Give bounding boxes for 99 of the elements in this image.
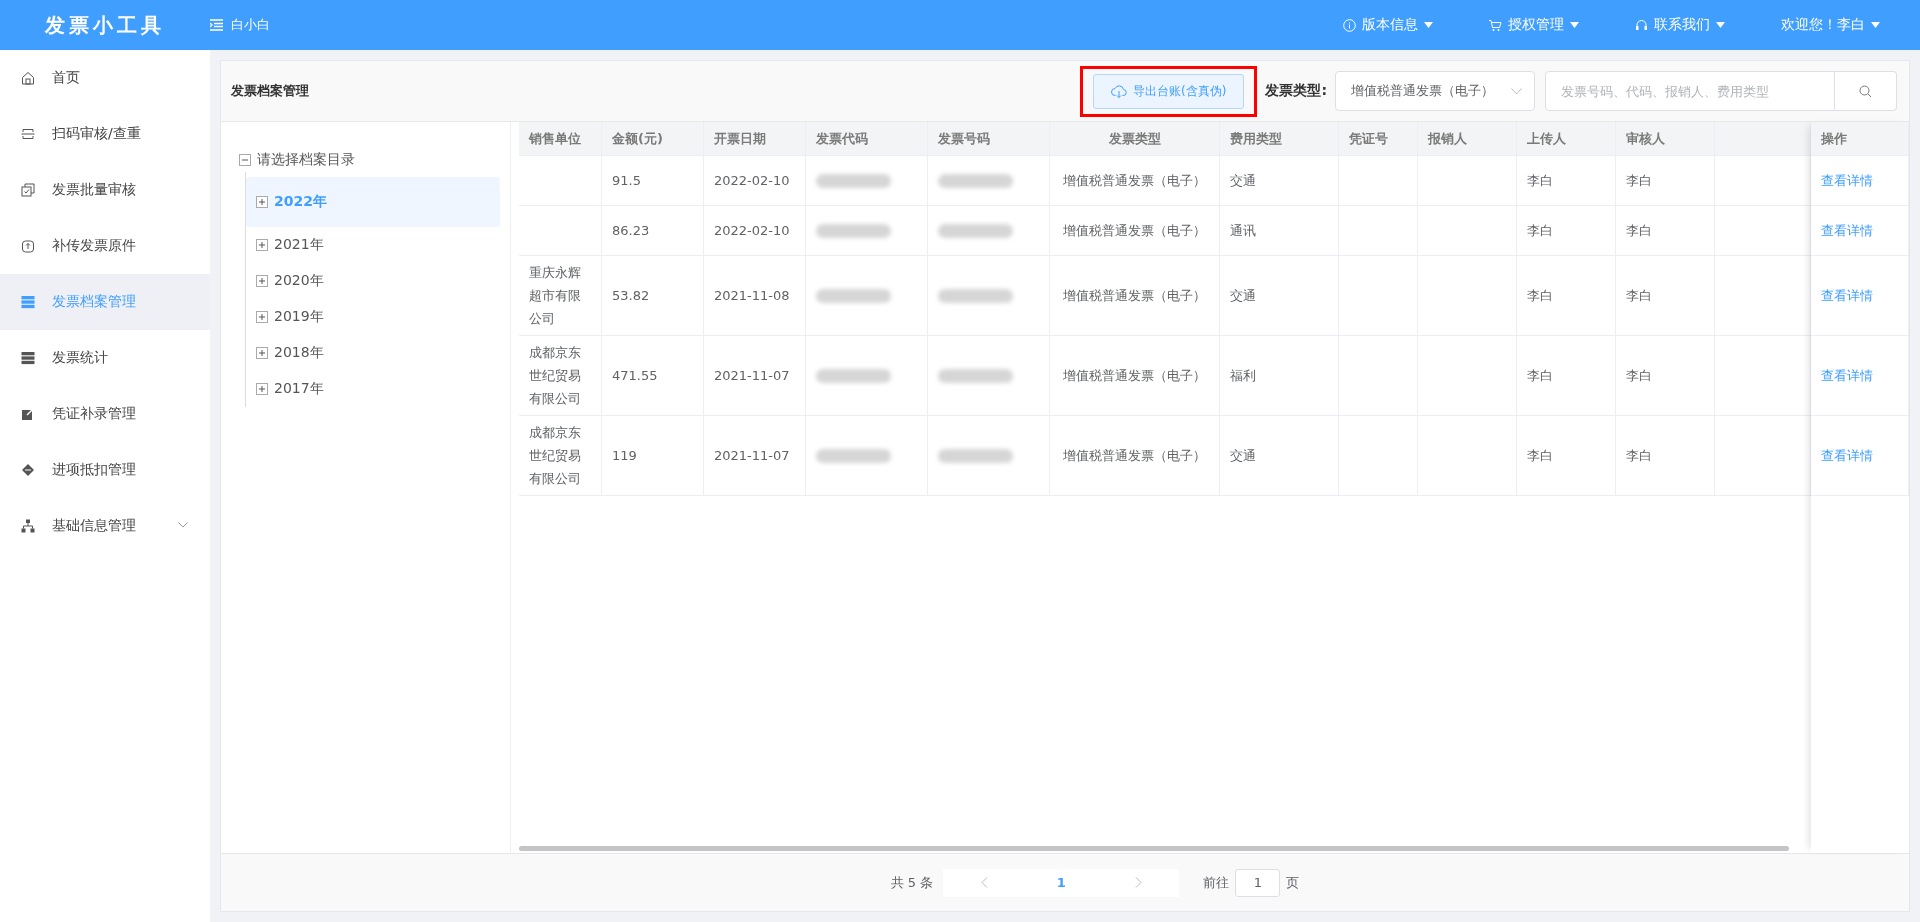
expand-icon (256, 311, 268, 323)
column-header: 金额(元) (602, 122, 704, 156)
table-cell: 119 (602, 416, 704, 496)
table-cell: 增值税普通发票（电子） (1050, 156, 1220, 206)
column-header: 发票类型 (1050, 122, 1220, 156)
table-cell: 李白 (1616, 156, 1715, 206)
list-icon (21, 351, 35, 365)
chevron-right-icon (1134, 877, 1142, 888)
column-header: 报销人 (1418, 122, 1517, 156)
sidebar-item[interactable]: 首页 (0, 50, 210, 106)
table-cell: 福利 (1220, 336, 1339, 416)
column-header: 发票号码 (928, 122, 1050, 156)
column-header: 上传人 (1517, 122, 1616, 156)
tree-node[interactable]: 2018年 (246, 335, 500, 371)
page-suffix: 页 (1286, 873, 1300, 892)
expand-icon (256, 347, 268, 359)
table-cell: 李白 (1616, 256, 1715, 336)
expand-icon (256, 275, 268, 287)
sidebar-item[interactable]: 扫码审核/查重 (0, 106, 210, 162)
table-cell: 李白 (1616, 416, 1715, 496)
table-cell: 2021-11-08 (704, 256, 806, 336)
table-cell: 通讯 (1220, 206, 1339, 256)
table-cell: 重庆永辉超市有限公司 (519, 256, 602, 336)
table-cell: 增值税普通发票（电子） (1050, 416, 1220, 496)
sidebar-item[interactable]: 发票批量审核 (0, 162, 210, 218)
caret-icon (1424, 22, 1433, 28)
table-cell: 李白 (1517, 336, 1616, 416)
table-cell: 李白 (1517, 206, 1616, 256)
table-cell: 成都京东世纪贸易有限公司 (519, 336, 602, 416)
table-cell: 增值税普通发票（电子） (1050, 336, 1220, 416)
sidebar-item[interactable]: 基础信息管理 (0, 498, 210, 554)
list-icon (21, 295, 35, 309)
chevron-left-icon (980, 877, 988, 888)
search-field[interactable]: 发票号码、代码、报销人、费用类型 (1545, 71, 1835, 111)
table-cell: 成都京东世纪贸易有限公司 (519, 416, 602, 496)
table-cell: 李白 (1517, 156, 1616, 206)
sidebar-item[interactable]: 进项抵扣管理 (0, 442, 210, 498)
table-cell: 2021-11-07 (704, 416, 806, 496)
column-header: 凭证号 (1339, 122, 1418, 156)
search-button[interactable] (1835, 71, 1897, 111)
search-icon (1859, 84, 1872, 98)
cart-icon (1489, 18, 1502, 32)
chevron-down-icon (1511, 87, 1522, 95)
checkbox-icon (21, 183, 35, 197)
column-header: 审核人 (1616, 122, 1715, 156)
tree-node[interactable]: 2020年 (246, 263, 500, 299)
column-header: 开票日期 (704, 122, 806, 156)
sidebar-item[interactable]: 凭证补录管理 (0, 386, 210, 442)
tree-node[interactable]: 2021年 (246, 227, 500, 263)
table-cell: 91.5 (602, 156, 704, 206)
caret-icon (1716, 22, 1725, 28)
table-cell: 2021-11-07 (704, 336, 806, 416)
menu-icon (210, 19, 224, 31)
tree-node[interactable]: 2017年 (246, 371, 500, 407)
collapse-icon[interactable] (239, 154, 251, 166)
table-cell: 53.82 (602, 256, 704, 336)
page-input[interactable]: 1 (1235, 868, 1281, 897)
table-cell: 增值税普通发票（电子） (1050, 256, 1220, 336)
headset-icon (1635, 18, 1648, 32)
expand-icon (256, 383, 268, 395)
table-cell: 李白 (1517, 416, 1616, 496)
table-cell: 李白 (1616, 206, 1715, 256)
filter-label: 发票类型: (1265, 82, 1327, 100)
expand-icon (256, 196, 268, 208)
expand-icon (256, 239, 268, 251)
cloud-download-icon (1111, 84, 1127, 98)
table-cell: 2022-02-10 (704, 206, 806, 256)
table-cell: 86.23 (602, 206, 704, 256)
column-header: 费用类型 (1220, 122, 1339, 156)
column-header: 销售单位 (519, 122, 602, 156)
scrollbar[interactable] (519, 846, 1789, 851)
home-icon (21, 71, 35, 85)
column-header: 发票代码 (806, 122, 928, 156)
page-title: 发票档案管理 (231, 82, 309, 100)
table-cell: 交通 (1220, 416, 1339, 496)
scanner-icon (21, 127, 35, 141)
invoice-type-select[interactable]: 增值税普通发票（电子） (1335, 71, 1535, 111)
table-cell: 交通 (1220, 256, 1339, 336)
tree-node[interactable]: 2019年 (246, 299, 500, 335)
table-cell: 李白 (1616, 336, 1715, 416)
diamond-icon (21, 463, 35, 477)
table-cell: 交通 (1220, 156, 1339, 206)
sidebar-item[interactable]: 发票统计 (0, 330, 210, 386)
table-cell: 2022-02-10 (704, 156, 806, 206)
table-cell: 李白 (1517, 256, 1616, 336)
table-cell: 471.55 (602, 336, 704, 416)
sidebar-item[interactable]: 补传发票原件 (0, 218, 210, 274)
app-logo: 发票小工具 (44, 11, 166, 39)
info-icon (1343, 18, 1356, 32)
tree-root-label[interactable]: 请选择档案目录 (257, 151, 355, 169)
column-header: 操作 (1811, 122, 1909, 156)
goto-label: 前往 (1203, 873, 1230, 892)
table-cell: 增值税普通发票（电子） (1050, 206, 1220, 256)
caret-icon (1871, 22, 1880, 28)
hierarchy-icon (21, 519, 35, 533)
total-count: 共 5 条 (890, 873, 934, 892)
upload-icon (21, 239, 35, 253)
pencil-icon (21, 407, 35, 421)
caret-icon (1570, 22, 1579, 28)
